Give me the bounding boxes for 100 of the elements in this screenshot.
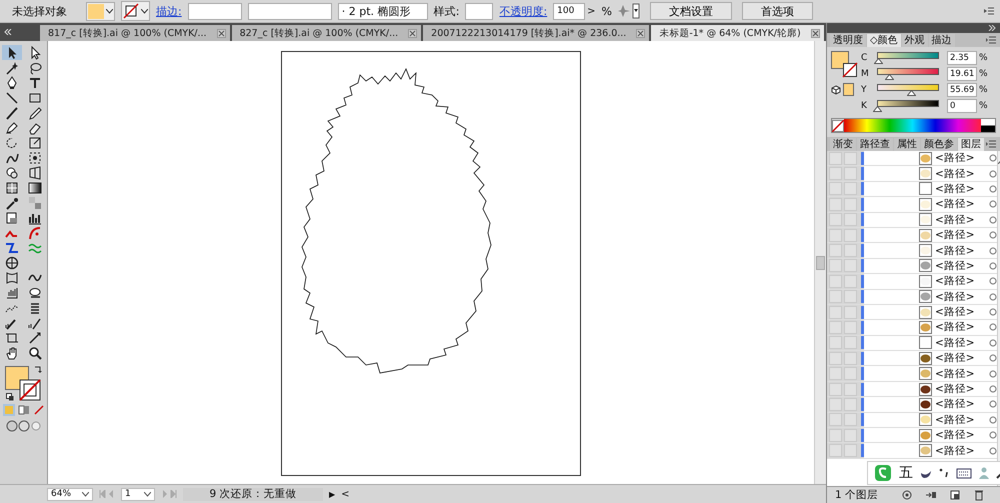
panel-tab[interactable]: 外观	[902, 34, 928, 47]
target-circle-icon[interactable]	[989, 354, 997, 362]
lock-toggle[interactable]	[844, 152, 857, 165]
lock-toggle[interactable]	[844, 228, 857, 242]
visibility-toggle[interactable]	[829, 336, 842, 350]
opacity-link[interactable]: 不透明度:	[499, 4, 548, 18]
close-icon[interactable]	[636, 28, 646, 38]
panel-menu-icon[interactable]	[986, 140, 996, 148]
target-circle-icon[interactable]	[989, 370, 997, 378]
keyboard-icon[interactable]	[956, 467, 972, 479]
color-spectrum[interactable]	[844, 119, 981, 132]
panel-menu-icon[interactable]	[984, 6, 994, 16]
visibility-toggle[interactable]	[829, 428, 842, 442]
layer-row[interactable]: <路径>	[864, 151, 997, 166]
visibility-toggle[interactable]	[829, 290, 842, 304]
fill-stroke-swatch-icon[interactable]	[831, 51, 858, 78]
punctuation-icon[interactable]	[939, 467, 949, 479]
visibility-toggle[interactable]	[829, 152, 842, 165]
layer-row[interactable]: <路径>	[864, 336, 997, 350]
visibility-toggle[interactable]	[829, 167, 842, 180]
lock-toggle[interactable]	[844, 352, 857, 365]
target-circle-icon[interactable]	[989, 231, 997, 240]
layer-row[interactable]: <路径>	[864, 290, 997, 304]
layer-row[interactable]: <路径>	[864, 166, 997, 181]
document-tab[interactable]: 2007122213014179 [转换].ai* @ 236.0...	[423, 25, 650, 41]
lock-toggle[interactable]	[844, 259, 857, 272]
swap-arrow-icon[interactable]	[34, 366, 42, 374]
inside-mode-button[interactable]	[32, 404, 44, 416]
lock-toggle[interactable]	[844, 198, 857, 211]
target-circle-icon[interactable]	[989, 246, 997, 255]
fill-stroke-swatch-icon[interactable]	[4, 366, 42, 402]
slider-thumb[interactable]	[874, 58, 884, 64]
lock-toggle[interactable]	[844, 413, 857, 426]
opacity-field[interactable]: 100	[553, 2, 586, 20]
panel-tab[interactable]: 描边	[928, 34, 955, 47]
zoom-dropdown[interactable]: 64%	[47, 488, 93, 500]
visibility-toggle[interactable]	[829, 306, 842, 319]
lock-toggle[interactable]	[844, 398, 857, 411]
sparkle-icon[interactable]	[618, 3, 640, 19]
channel-value-field[interactable]: 0	[947, 98, 977, 112]
make-clipping-mask-icon[interactable]	[925, 489, 937, 501]
stroke-link[interactable]: 描边:	[156, 4, 182, 18]
layer-row[interactable]: <路径>	[864, 382, 997, 396]
panel-tab[interactable]: ◇颜色	[867, 34, 901, 47]
target-circle-icon[interactable]	[989, 154, 997, 162]
layer-row[interactable]: <路径>	[864, 412, 997, 428]
target-circle-icon[interactable]	[989, 416, 997, 424]
scroll-thumb[interactable]	[816, 256, 825, 270]
status-message[interactable]: 9 次还原：无重做	[183, 488, 323, 500]
target-circle-icon[interactable]	[989, 446, 997, 455]
target-circle-icon[interactable]	[989, 262, 997, 270]
tone-ramp[interactable]	[981, 119, 995, 132]
panel-tab[interactable]: 图层	[958, 138, 984, 151]
visibility-toggle[interactable]	[829, 382, 842, 396]
channel-value-field[interactable]: 55.69	[947, 82, 977, 96]
panel-tab[interactable]: 属性	[894, 138, 920, 151]
visibility-toggle[interactable]	[829, 244, 842, 258]
web-color-swatch[interactable]	[843, 83, 854, 96]
lock-toggle[interactable]	[844, 367, 857, 380]
panel-menu-icon[interactable]	[986, 36, 996, 44]
target-circle-icon[interactable]	[989, 277, 997, 286]
target-circle-icon[interactable]	[989, 323, 997, 332]
visibility-toggle[interactable]	[829, 259, 842, 272]
lock-toggle[interactable]	[844, 444, 857, 458]
target-circle-icon[interactable]	[989, 431, 997, 440]
layer-row[interactable]: <路径>	[864, 428, 997, 442]
lock-toggle[interactable]	[844, 336, 857, 350]
lock-toggle[interactable]	[844, 290, 857, 304]
panel-tab[interactable]: 渐变	[830, 138, 856, 151]
panel-tab[interactable]: 颜色参	[921, 138, 957, 151]
layer-row[interactable]: <路径>	[864, 351, 997, 366]
panel-tab[interactable]: 透明度	[830, 34, 866, 47]
layer-row[interactable]: <路径>	[864, 212, 997, 227]
visibility-toggle[interactable]	[829, 367, 842, 380]
opacity-arrow[interactable]: >	[587, 6, 596, 16]
target-circle-icon[interactable]	[989, 308, 997, 316]
channel-value-field[interactable]: 19.61	[947, 66, 977, 80]
close-icon[interactable]	[408, 28, 418, 38]
close-icon[interactable]	[810, 28, 820, 38]
layer-row[interactable]: <路径>	[864, 228, 997, 242]
collapse-icon[interactable]	[4, 29, 12, 35]
visibility-toggle[interactable]	[829, 198, 842, 211]
visibility-toggle[interactable]	[829, 352, 842, 365]
layer-row[interactable]: <路径>	[864, 443, 997, 458]
visibility-toggle[interactable]	[829, 444, 842, 458]
lock-toggle[interactable]	[844, 320, 857, 334]
panel-tab[interactable]: 路径查	[857, 138, 893, 151]
visibility-toggle[interactable]	[829, 182, 842, 196]
none-color-icon[interactable]	[832, 120, 844, 132]
slider-thumb[interactable]	[873, 106, 882, 112]
toolbar-button[interactable]: 首选项	[742, 2, 813, 20]
collapse-icon[interactable]	[988, 25, 996, 31]
layer-row[interactable]: <路径>	[864, 182, 997, 196]
visibility-toggle[interactable]	[829, 228, 842, 242]
ime-logo-icon[interactable]	[874, 464, 892, 482]
layer-row[interactable]: <路径>	[864, 320, 997, 335]
channel-value-field[interactable]: 2.35	[947, 50, 977, 64]
style-dropdown[interactable]	[465, 2, 494, 20]
lock-toggle[interactable]	[844, 428, 857, 442]
visibility-toggle[interactable]	[829, 320, 842, 334]
